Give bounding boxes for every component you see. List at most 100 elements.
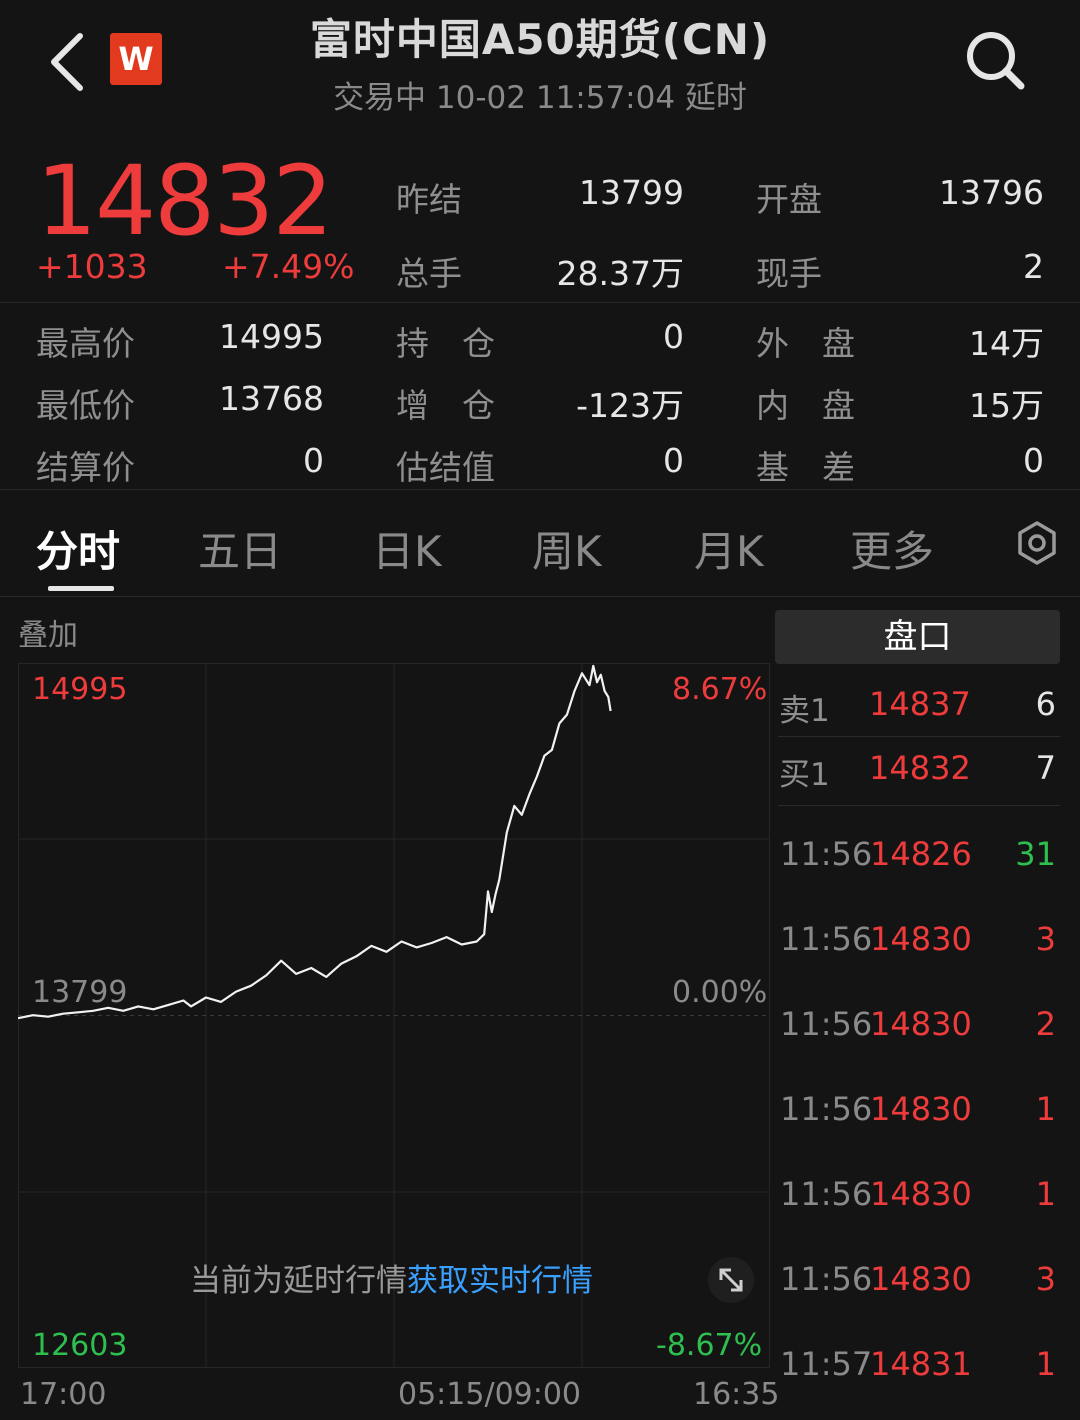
chart-settings-button[interactable] <box>1012 518 1062 568</box>
tick-time: 11:56 <box>780 835 873 873</box>
expand-icon <box>719 1268 743 1292</box>
high-label: 最高价 <box>36 324 135 363</box>
oi-change-value: -123万 <box>576 386 684 425</box>
tick-time: 11:56 <box>780 1260 873 1298</box>
basis-label: 基 差 <box>756 448 855 487</box>
realtime-link[interactable]: 获取实时行情 <box>407 1263 593 1299</box>
bid-row: 买1 14832 7 <box>775 737 1060 801</box>
tick-size: 1 <box>1035 1345 1056 1383</box>
tab-intraday[interactable]: 分时 <box>36 518 120 579</box>
settle-value: 0 <box>303 441 324 480</box>
price-change-percent: +7.49% <box>222 247 355 286</box>
search-icon <box>967 32 1025 90</box>
y-axis-baseline-percent: 0.00% <box>672 975 768 1010</box>
tick-size: 1 <box>1035 1090 1056 1128</box>
settle-label: 结算价 <box>36 448 135 487</box>
stats-grid: 最高价 14995 最低价 13768 结算价 0 持 仓 0 增 仓 -123… <box>0 303 1080 490</box>
bid-price: 14832 <box>869 749 971 787</box>
tab-more[interactable]: 更多 <box>850 518 934 579</box>
y-axis-min: 12603 <box>32 1328 128 1363</box>
y-axis-baseline: 13799 <box>32 975 128 1010</box>
basis-value: 0 <box>1023 441 1044 480</box>
tab-monthly-k[interactable]: 月K <box>694 518 764 579</box>
tick-row: 11:56 14830 1 <box>778 1090 1060 1140</box>
tick-time: 11:56 <box>780 1175 873 1213</box>
divider <box>778 805 1060 806</box>
volume-value: 28.37万 <box>556 254 684 293</box>
tick-row: 11:56 14826 31 <box>778 835 1060 885</box>
outer-volume-value: 14万 <box>969 324 1044 363</box>
tick-price: 14826 <box>870 835 972 873</box>
y-axis-max: 14995 <box>32 672 128 707</box>
inner-volume-value: 15万 <box>969 386 1044 425</box>
ask-price: 14837 <box>869 685 971 723</box>
tab-five-day[interactable]: 五日 <box>198 518 282 579</box>
low-label: 最低价 <box>36 386 135 425</box>
x-axis-end: 16:35 <box>693 1377 780 1412</box>
outer-volume-label: 外 盘 <box>756 324 855 363</box>
tick-price: 14830 <box>870 1090 972 1128</box>
tab-daily-k[interactable]: 日K <box>372 518 442 579</box>
tick-price: 14831 <box>870 1345 972 1383</box>
bid-label: 买1 <box>779 757 830 793</box>
delayed-text: 当前为延时行情 <box>190 1263 407 1299</box>
tick-size: 1 <box>1035 1175 1056 1213</box>
open-value: 13796 <box>939 173 1044 212</box>
prev-settle-value: 13799 <box>579 173 684 212</box>
tick-time: 11:57 <box>780 1345 873 1383</box>
high-value: 14995 <box>219 317 324 356</box>
bid-size: 7 <box>1035 749 1056 787</box>
tick-time: 11:56 <box>780 1090 873 1128</box>
ask-label: 卖1 <box>779 693 830 729</box>
price-line <box>18 664 612 1020</box>
tick-time: 11:56 <box>780 1005 873 1043</box>
low-value: 13768 <box>219 379 324 418</box>
page-title: 富时中国A50期货(CN) <box>309 15 771 64</box>
quote-summary: 14832 +1033 +7.49% 昨结 13799 开盘 13796 总手 … <box>0 125 1080 303</box>
tick-price: 14830 <box>870 1175 972 1213</box>
y-axis-min-percent: -8.67% <box>656 1328 763 1363</box>
tick-row: 11:56 14830 3 <box>778 1260 1060 1310</box>
x-axis-start: 17:00 <box>20 1377 107 1412</box>
active-tab-indicator <box>48 586 114 591</box>
tick-time: 11:56 <box>780 920 873 958</box>
delayed-notice: 当前为延时行情获取实时行情 <box>190 1255 593 1300</box>
est-settle-value: 0 <box>663 441 684 480</box>
expand-chart-button[interactable] <box>708 1257 754 1303</box>
est-settle-label: 估结值 <box>396 448 495 487</box>
settings-hexagon-icon <box>1018 521 1056 565</box>
tick-size: 3 <box>1035 1260 1056 1298</box>
last-size-value: 2 <box>1023 247 1044 286</box>
open-interest-value: 0 <box>663 317 684 356</box>
tick-size: 2 <box>1035 1005 1056 1043</box>
tick-price: 14830 <box>870 1260 972 1298</box>
tick-size: 3 <box>1035 920 1056 958</box>
price-change: +1033 <box>36 247 148 286</box>
overlay-button[interactable]: 叠加 <box>18 610 78 654</box>
tick-size: 31 <box>1015 835 1056 873</box>
x-axis-mid: 05:15/09:00 <box>398 1377 582 1412</box>
tab-weekly-k[interactable]: 周K <box>532 518 602 579</box>
open-interest-label: 持 仓 <box>396 324 495 363</box>
tick-row: 11:56 14830 2 <box>778 1005 1060 1055</box>
tick-row: 11:57 14831 1 <box>778 1345 1060 1395</box>
orderbook-tab[interactable]: 盘口 <box>775 610 1060 664</box>
tick-row: 11:56 14830 3 <box>778 920 1060 970</box>
prev-settle-label: 昨结 <box>396 180 462 219</box>
inner-volume-label: 内 盘 <box>756 386 855 425</box>
tick-price: 14830 <box>870 920 972 958</box>
oi-change-label: 增 仓 <box>396 386 495 425</box>
ask-size: 6 <box>1035 685 1056 723</box>
tick-price: 14830 <box>870 1005 972 1043</box>
last-size-label: 现手 <box>756 254 822 293</box>
search-button[interactable] <box>960 25 1030 95</box>
open-label: 开盘 <box>756 180 822 219</box>
chart-tabs: 分时 五日 日K 周K 月K 更多 <box>0 490 1080 597</box>
trading-status: 交易中 10-02 11:57:04 延时 <box>333 80 747 116</box>
tick-row: 11:56 14830 1 <box>778 1175 1060 1225</box>
last-price: 14832 <box>36 145 333 257</box>
top-bar: W 富时中国A50期货(CN) 交易中 10-02 11:57:04 延时 <box>0 0 1080 125</box>
volume-label: 总手 <box>396 254 462 293</box>
ask-row: 卖1 14837 6 <box>775 673 1060 737</box>
y-axis-max-percent: 8.67% <box>672 672 768 707</box>
